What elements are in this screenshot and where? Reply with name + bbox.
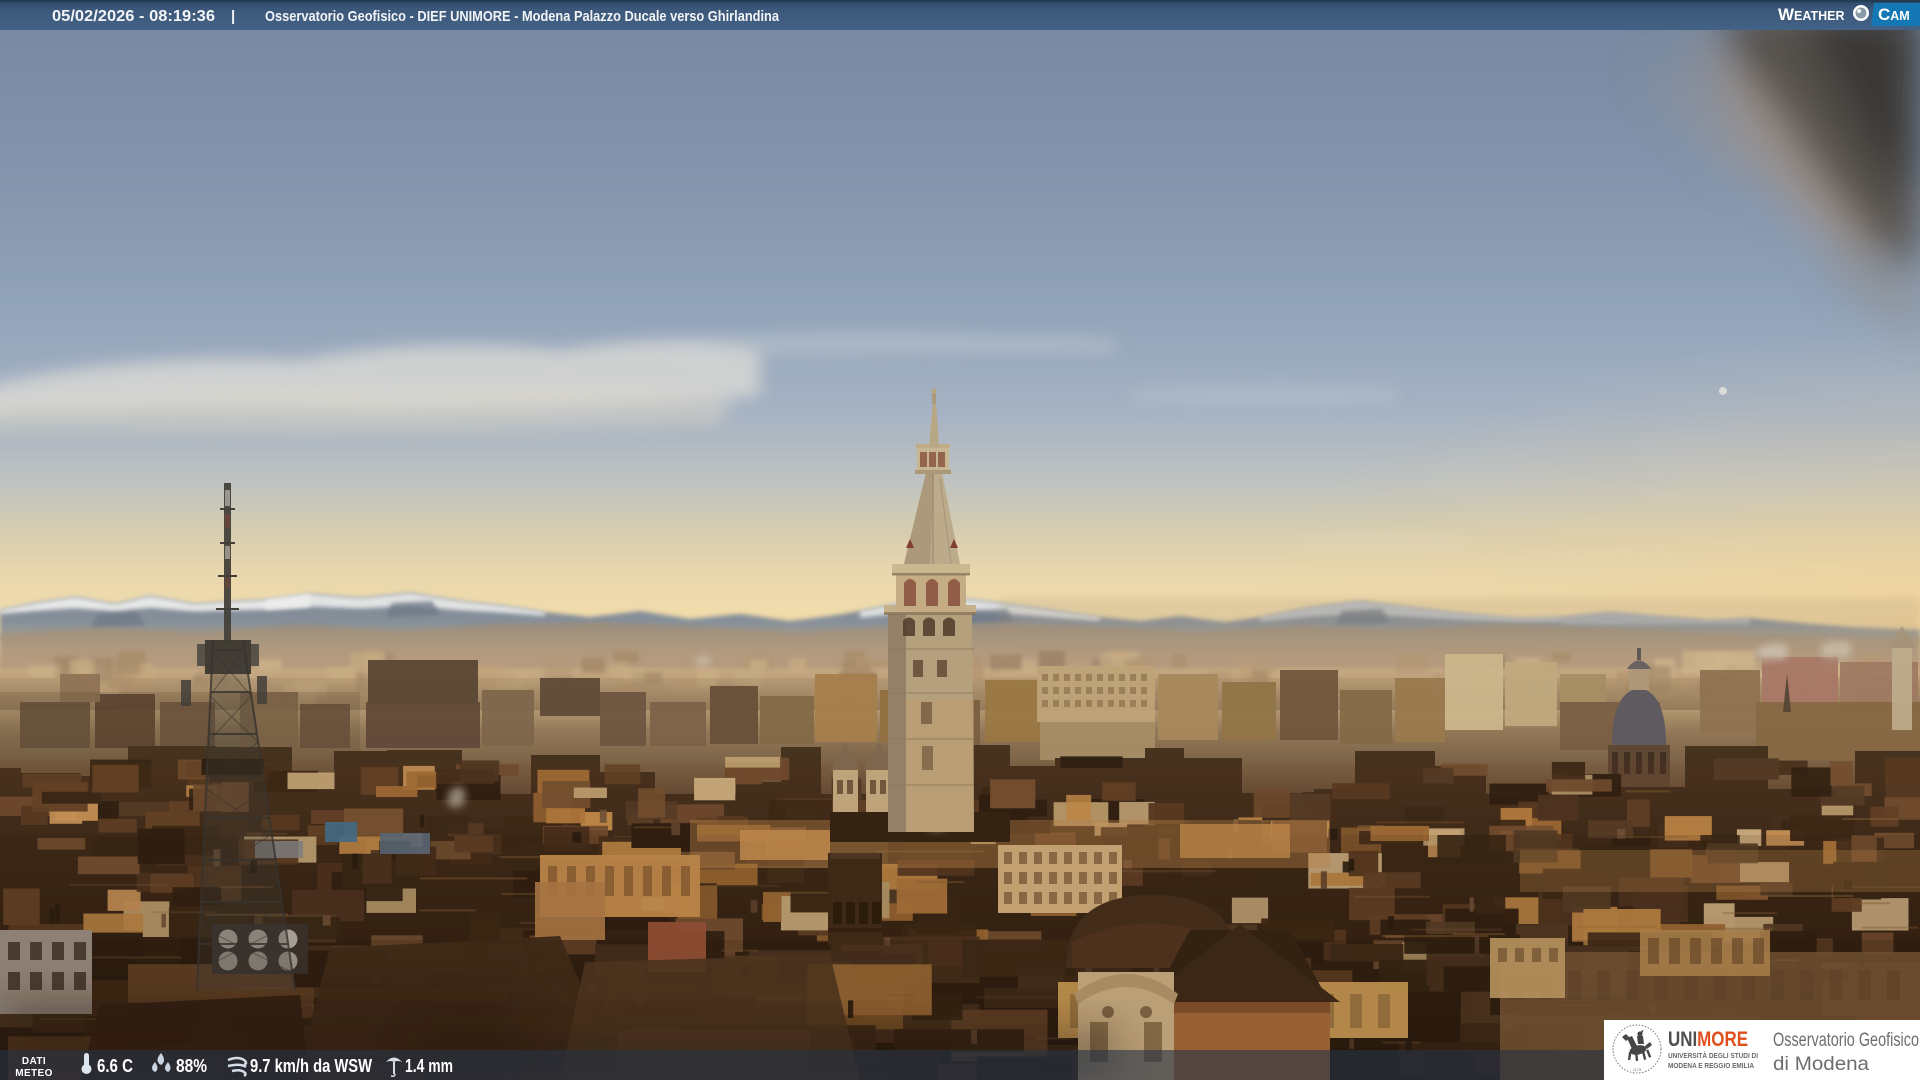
svg-text:Osservatorio Geofisico - DIEF: Osservatorio Geofisico - DIEF UNIMORE - … xyxy=(265,8,780,25)
svg-text:1175: 1175 xyxy=(1633,1067,1642,1072)
svg-text:1.4 mm: 1.4 mm xyxy=(405,1056,453,1076)
svg-text:Osservatorio Geofisico: Osservatorio Geofisico xyxy=(1773,1030,1919,1051)
svg-text:05/02/2026 - 08:19:36: 05/02/2026 - 08:19:36 xyxy=(52,8,215,25)
svg-text:MODENA E REGGIO EMILIA: MODENA E REGGIO EMILIA xyxy=(1668,1061,1754,1070)
svg-text:9.7 km/h da WSW: 9.7 km/h da WSW xyxy=(250,1056,372,1076)
svg-text:88%: 88% xyxy=(176,1056,207,1076)
svg-text:UNIVERSITÀ DEGLI STUDI DI: UNIVERSITÀ DEGLI STUDI DI xyxy=(1668,1051,1758,1060)
svg-text:METEO: METEO xyxy=(15,1068,53,1079)
svg-text:DATI: DATI xyxy=(22,1056,46,1067)
svg-text:|: | xyxy=(231,8,235,25)
svg-text:6.6 C: 6.6 C xyxy=(97,1056,133,1076)
svg-text:di Modena: di Modena xyxy=(1773,1054,1869,1075)
svg-text:UNIMORE: UNIMORE xyxy=(1668,1028,1748,1051)
